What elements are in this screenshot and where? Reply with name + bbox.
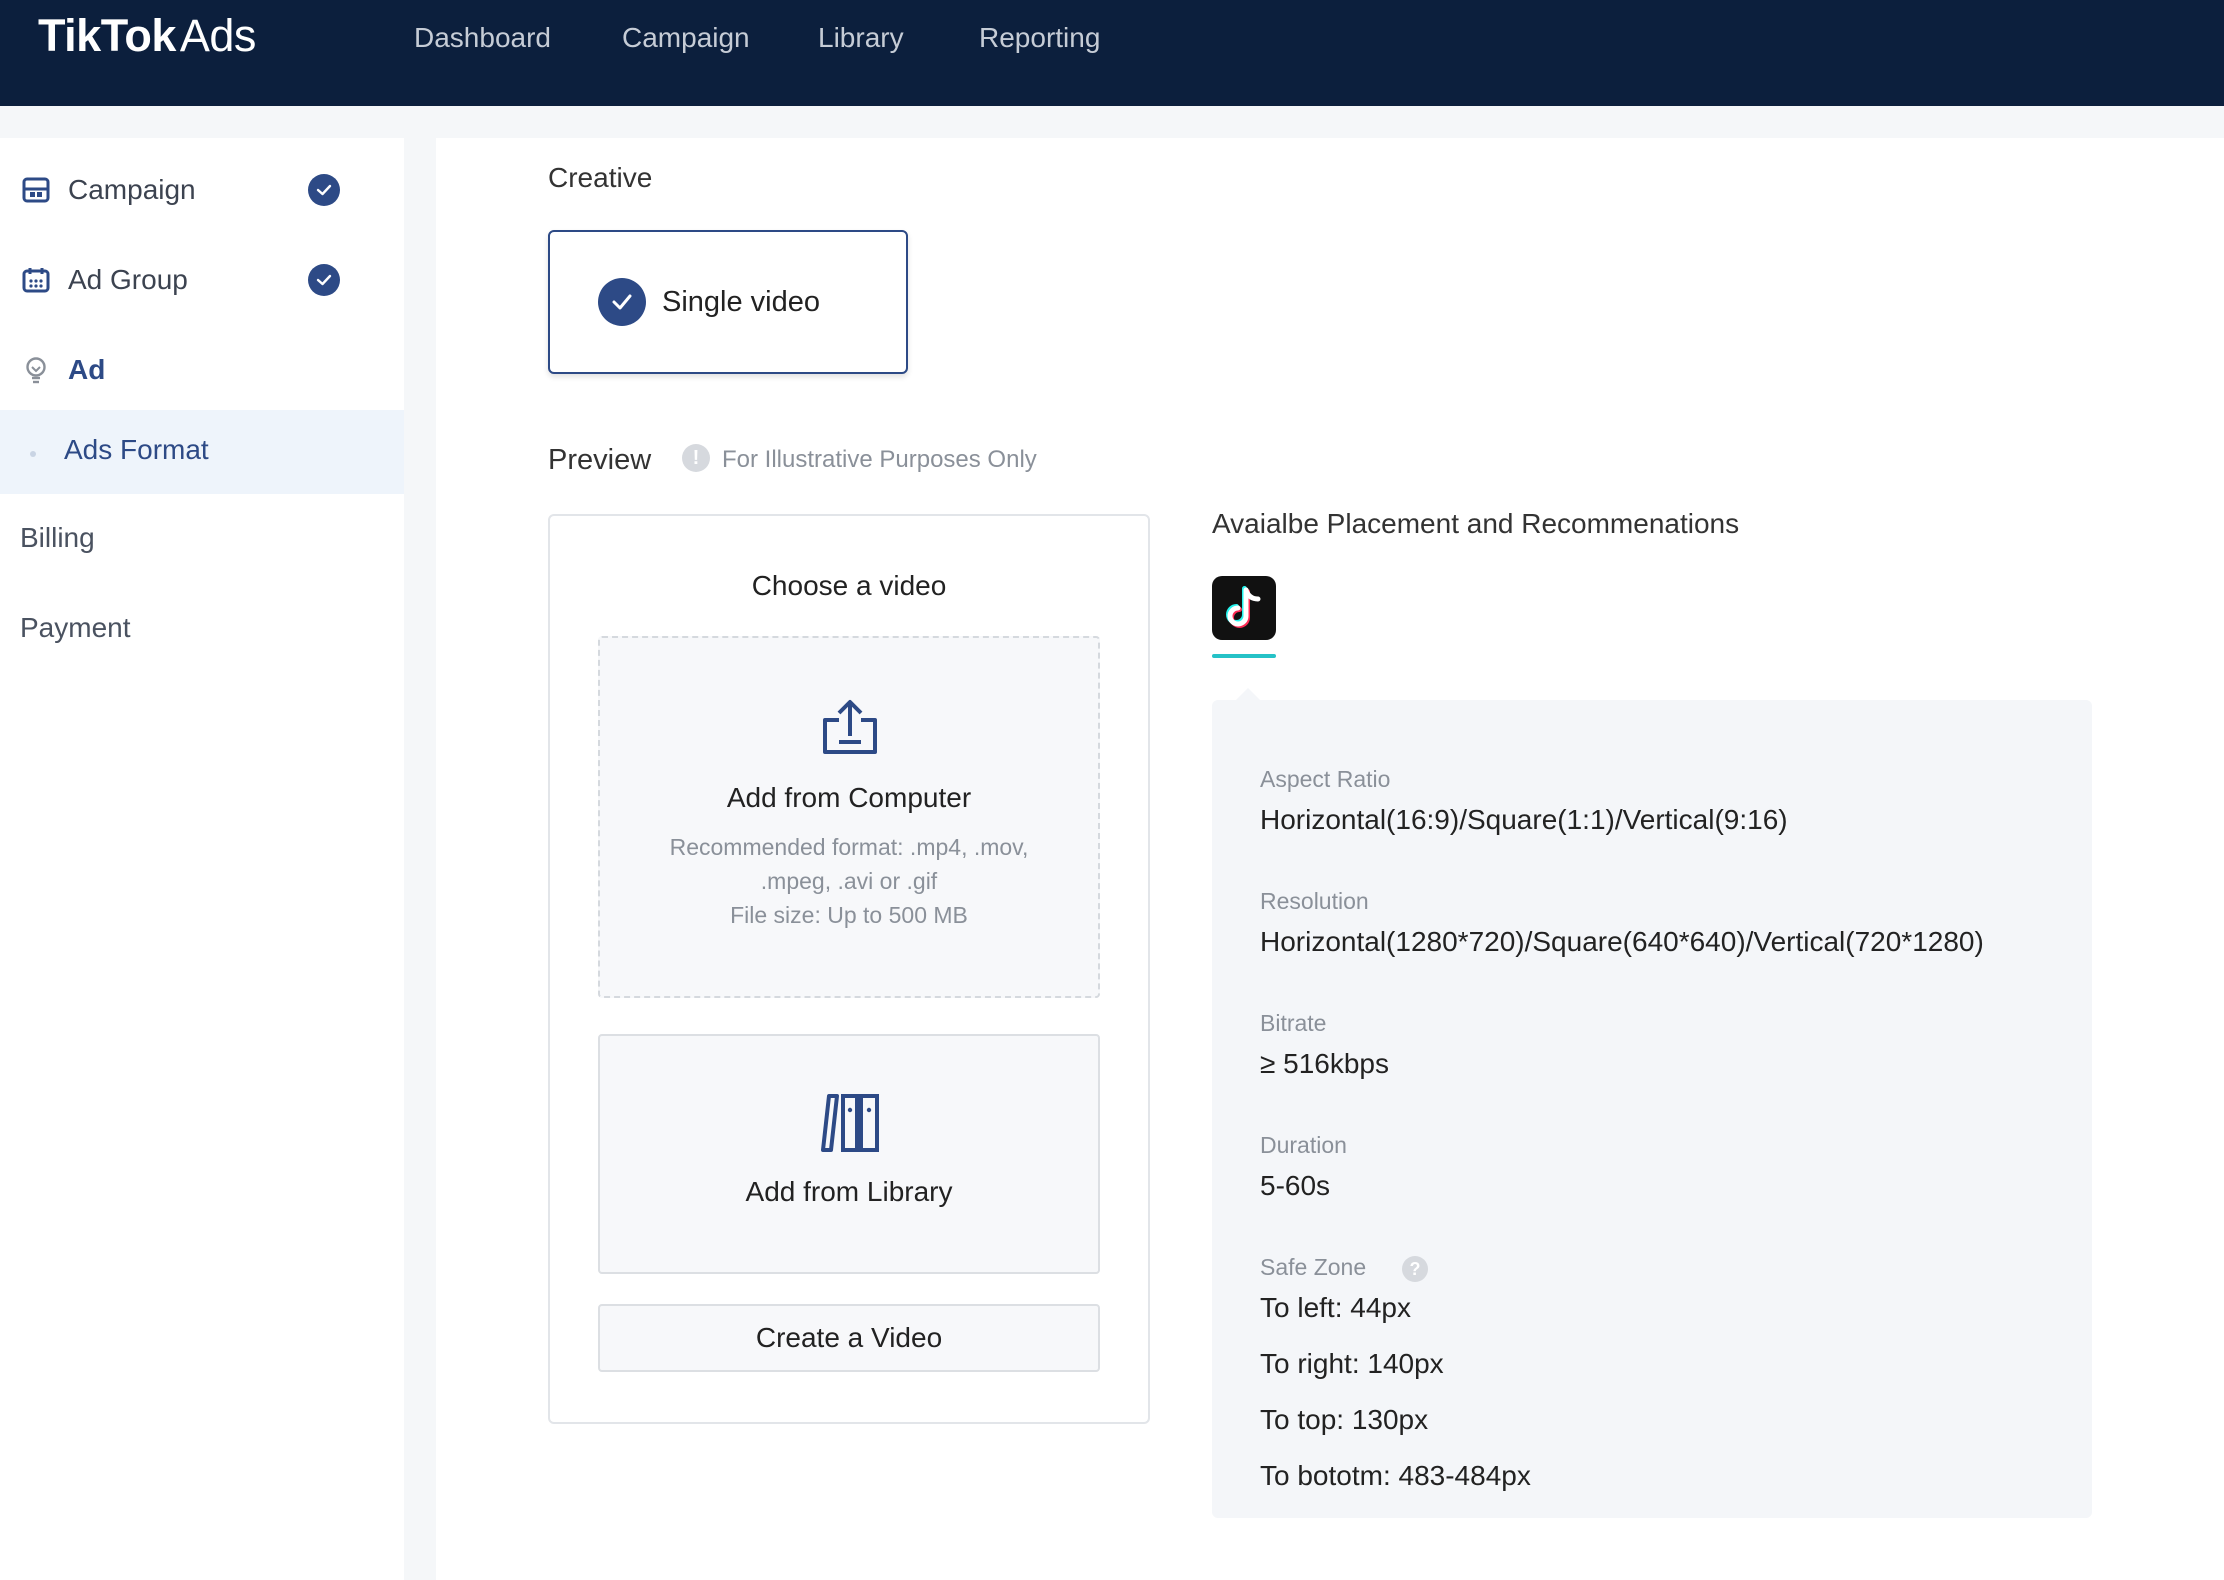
illustrative-note: For Illustrative Purposes Only [722,446,1037,473]
creative-section-title: Creative [548,162,653,193]
aspect-ratio-label: Aspect Ratio [1260,766,1391,792]
duration-label: Duration [1260,1132,1347,1158]
sidebar-subitem-ads-format[interactable]: Ads Format [0,410,404,494]
help-question-icon[interactable]: ? [1402,1256,1428,1282]
sidebar-item-label: Campaign [68,174,196,205]
resolution-label: Resolution [1260,888,1369,914]
main-content: Creative Single video Preview ! For Illu… [436,138,2224,1580]
safe-zone-right: To right: 140px [1260,1348,1444,1379]
add-from-computer-title: Add from Computer [726,782,972,813]
add-from-library-title: Add from Library [745,1176,953,1207]
bullet-dot-icon [30,451,36,457]
add-from-computer-dropzone[interactable]: Add from Computer Recommended format: .m… [598,636,1100,998]
bitrate-value: ≥ 516kbps [1260,1048,1390,1079]
tiktok-ads-logo[interactable]: TikTokAds [38,10,256,62]
calendar-icon [20,264,52,296]
placement-section-title: Avaialbe Placement and Recommenations [1212,508,1740,539]
choose-video-title: Choose a video [751,570,947,601]
logo-brand: TikTok [38,10,176,61]
check-circle-icon [308,264,340,296]
selected-placement-indicator [1212,654,1276,658]
library-icon [819,1092,881,1154]
sidebar-item-ad[interactable]: Ad [0,328,404,412]
upload-icon [819,698,881,756]
panel-caret [1236,688,1260,700]
nav-dashboard[interactable]: Dashboard [414,22,551,54]
info-icon: ! [682,444,710,472]
sidebar-item-payment[interactable]: Payment [20,612,131,644]
placement-spec-panel: Aspect Ratio Horizontal(16:9)/Square(1:1… [1212,700,2092,1518]
logo-suffix: Ads [179,10,257,61]
check-circle-icon [308,174,340,206]
single-video-label: Single video [662,286,820,318]
safe-zone-top: To top: 130px [1260,1404,1429,1435]
safe-zone-bottom: To bototm: 483-484px [1260,1460,1531,1491]
bitrate-label: Bitrate [1260,1010,1327,1036]
preview-section-title: Preview [548,444,652,476]
safe-zone-label: Safe Zone [1260,1254,1367,1280]
sidebar-item-ad-group[interactable]: Ad Group [0,238,404,322]
lightbulb-icon [20,354,52,386]
tiktok-placement-icon[interactable] [1212,576,1276,640]
nav-library[interactable]: Library [818,22,904,54]
check-circle-icon [598,278,646,326]
create-video-button[interactable]: Create a Video [598,1304,1100,1372]
filesize-hint-line: File size: Up to 500 MB [730,902,968,928]
nav-reporting[interactable]: Reporting [979,22,1100,54]
aspect-ratio-value: Horizontal(16:9)/Square(1:1)/Vertical(9:… [1260,804,1788,835]
sidebar-item-label: Ad [68,354,106,385]
sidebar-item-label: Ad Group [68,264,188,295]
sidebar-subitem-label: Ads Format [64,434,209,465]
top-navbar: TikTokAds Dashboard Campaign Library Rep… [0,0,2224,106]
duration-value: 5-60s [1260,1170,1331,1201]
nav-campaign[interactable]: Campaign [622,22,750,54]
resolution-value: Horizontal(1280*720)/Square(640*640)/Ver… [1260,926,1984,957]
sidebar-item-billing[interactable]: Billing [20,522,95,554]
safe-zone-left: To left: 44px [1260,1292,1411,1323]
single-video-option[interactable]: Single video [548,230,908,374]
format-hint-line: .mpeg, .avi or .gif [760,868,938,894]
add-from-library-button[interactable]: Add from Library [598,1034,1100,1274]
sidebar-item-campaign[interactable]: Campaign [0,148,404,232]
format-hint-line: Recommended format: .mp4, .mov, [669,834,1029,860]
sidebar: Campaign Ad Group Ad Ads Format Billing … [0,138,404,1580]
video-chooser-panel: Choose a video Add from Computer Recomme… [548,514,1150,1424]
layout-icon [20,174,52,206]
